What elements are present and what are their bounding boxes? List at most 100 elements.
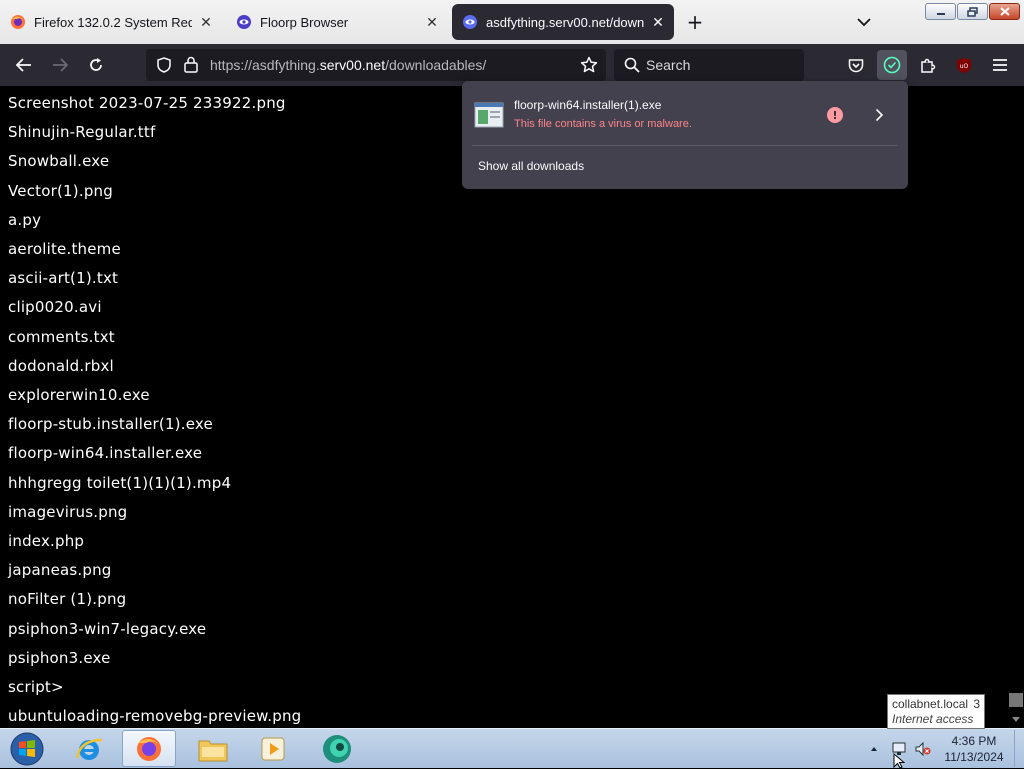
file-link[interactable]: script>	[8, 678, 64, 696]
close-icon	[999, 7, 1010, 16]
url-text[interactable]: https://asdfything.serv00.net/downloadab…	[210, 49, 486, 81]
scrollbar-thumb[interactable]	[1009, 693, 1023, 707]
reload-icon	[90, 58, 102, 71]
download-filename[interactable]: floorp-win64.installer(1).exe	[514, 98, 661, 112]
back-button[interactable]	[10, 51, 38, 79]
pocket-button[interactable]	[842, 51, 870, 79]
forward-button[interactable]	[46, 51, 74, 79]
tab-label: asdfything.serv00.net/downloadables/	[486, 14, 644, 30]
back-arrow-icon	[16, 58, 31, 72]
search-input[interactable]: Search	[614, 49, 804, 81]
url-host: serv00.net	[319, 57, 386, 73]
tooltip-network-count: 3	[973, 697, 980, 711]
page-scrollbar[interactable]	[1008, 86, 1024, 728]
clock-date: 11/13/2024	[944, 750, 1004, 764]
file-link[interactable]: comments.txt	[8, 328, 115, 346]
tab-close-icon[interactable]: ✕	[424, 14, 440, 30]
close-window-button[interactable]	[989, 3, 1020, 20]
taskbar-floorp[interactable]	[310, 730, 364, 767]
reload-button[interactable]	[82, 51, 110, 79]
tooltip-network-status: Internet access	[892, 712, 974, 726]
mouse-cursor-icon	[893, 753, 905, 769]
media-player-icon	[261, 737, 285, 760]
warning-exclamation-icon: !	[827, 107, 843, 123]
list-all-tabs-chevron-icon[interactable]	[850, 8, 878, 36]
tab-label: Floorp Browser	[260, 14, 349, 30]
firefox-icon	[137, 736, 161, 761]
folder-icon	[198, 740, 228, 761]
tracking-protection-shield-icon[interactable]	[156, 57, 172, 73]
file-link[interactable]: a.py	[8, 211, 41, 229]
file-link[interactable]: floorp-win64.installer.exe	[8, 444, 202, 462]
installer-file-icon	[474, 102, 504, 128]
url-path: /downloadables/	[385, 57, 487, 73]
tab-firefox-requirements[interactable]: Firefox 132.0.2 System Requirements ✕	[0, 4, 222, 40]
file-link[interactable]: Screenshot 2023-07-25 233922.png	[8, 94, 286, 112]
file-link[interactable]: psiphon3-win7-legacy.exe	[8, 620, 206, 638]
file-link[interactable]: clip0020.avi	[8, 298, 102, 316]
tray-overflow-chevron-icon[interactable]	[866, 730, 882, 767]
downloads-button[interactable]	[877, 50, 907, 80]
download-complete-icon	[883, 56, 901, 74]
file-link[interactable]: hhhgregg toilet(1)(1)(1).mp4	[8, 474, 231, 492]
tab-strip: Firefox 132.0.2 System Requirements ✕ Fl…	[0, 0, 1024, 44]
app-menu-button[interactable]	[986, 51, 1014, 79]
file-link[interactable]: imagevirus.png	[8, 503, 127, 521]
scroll-down-arrow-icon[interactable]	[1008, 711, 1024, 727]
file-link[interactable]: aerolite.theme	[8, 240, 121, 258]
pocket-icon	[848, 58, 864, 72]
network-tooltip: collabnet.local 3 Internet access	[887, 694, 985, 729]
file-link[interactable]: psiphon3.exe	[8, 649, 111, 667]
ublock-origin-button[interactable]: uO	[950, 51, 978, 79]
show-desktop-button[interactable]	[1014, 730, 1024, 767]
file-link[interactable]: ubuntuloading-removebg-preview.png	[8, 707, 301, 725]
taskbar-firefox[interactable]	[122, 730, 176, 767]
tab-close-icon[interactable]: ✕	[650, 14, 666, 30]
new-tab-plus-icon[interactable]: +	[682, 8, 708, 36]
minimize-button[interactable]	[925, 3, 956, 20]
taskbar-internet-explorer[interactable]	[62, 730, 116, 767]
panel-divider	[472, 145, 898, 146]
floorp-favicon-icon	[237, 15, 251, 29]
clock-time: 4:36 PM	[951, 734, 997, 748]
taskbar-media-player[interactable]	[246, 730, 300, 767]
tab-close-icon[interactable]: ✕	[198, 14, 214, 30]
windows-taskbar: 4:36 PM 11/13/2024	[0, 728, 1024, 768]
start-button[interactable]	[0, 730, 54, 767]
file-link[interactable]: dodonald.rbxl	[8, 357, 114, 375]
file-link[interactable]: index.php	[8, 532, 84, 550]
minimize-icon	[936, 12, 945, 15]
bookmark-star-icon[interactable]	[580, 56, 598, 74]
navigation-toolbar: https://asdfything.serv00.net/downloadab…	[0, 44, 1024, 86]
ublock-shield-icon: uO	[957, 57, 971, 73]
restore-button[interactable]	[957, 3, 988, 20]
lock-icon[interactable]	[184, 56, 198, 73]
file-link[interactable]: Snowball.exe	[8, 152, 109, 170]
file-link[interactable]: Vector(1).png	[8, 182, 113, 200]
file-link[interactable]: Shinujin-Regular.ttf	[8, 123, 155, 141]
windows-start-orb-icon	[10, 732, 44, 765]
tray-volume-muted-icon[interactable]	[912, 730, 934, 767]
tab-floorp[interactable]: Floorp Browser ✕	[226, 4, 448, 40]
file-link[interactable]: japaneas.png	[8, 561, 112, 579]
forward-arrow-icon	[53, 58, 68, 72]
restore-icon	[966, 6, 978, 17]
file-link[interactable]: floorp-stub.installer(1).exe	[8, 415, 213, 433]
tab-label: Firefox 132.0.2 System Requirements	[34, 14, 192, 30]
file-link[interactable]: ascii-art(1).txt	[8, 269, 118, 287]
file-link[interactable]: noFilter (1).png	[8, 590, 126, 608]
url-bar[interactable]: https://asdfything.serv00.net/downloadab…	[146, 49, 606, 81]
file-link[interactable]: explorerwin10.exe	[8, 386, 150, 404]
extensions-button[interactable]	[914, 51, 942, 79]
show-all-downloads-link[interactable]: Show all downloads	[478, 159, 584, 173]
taskbar-clock[interactable]: 4:36 PM 11/13/2024	[936, 733, 1012, 765]
search-placeholder: Search	[646, 57, 691, 73]
taskbar-file-explorer[interactable]	[186, 730, 240, 767]
floorp-favicon-icon	[463, 15, 477, 29]
hamburger-menu-icon	[993, 59, 1007, 71]
downloads-panel: floorp-win64.installer(1).exe This file …	[462, 81, 908, 189]
tab-downloadables[interactable]: asdfything.serv00.net/downloadables/ ✕	[452, 4, 674, 40]
firefox-favicon-icon	[11, 15, 25, 29]
download-status-warning: This file contains a virus or malware.	[514, 118, 692, 130]
download-details-chevron-icon[interactable]	[869, 105, 889, 125]
